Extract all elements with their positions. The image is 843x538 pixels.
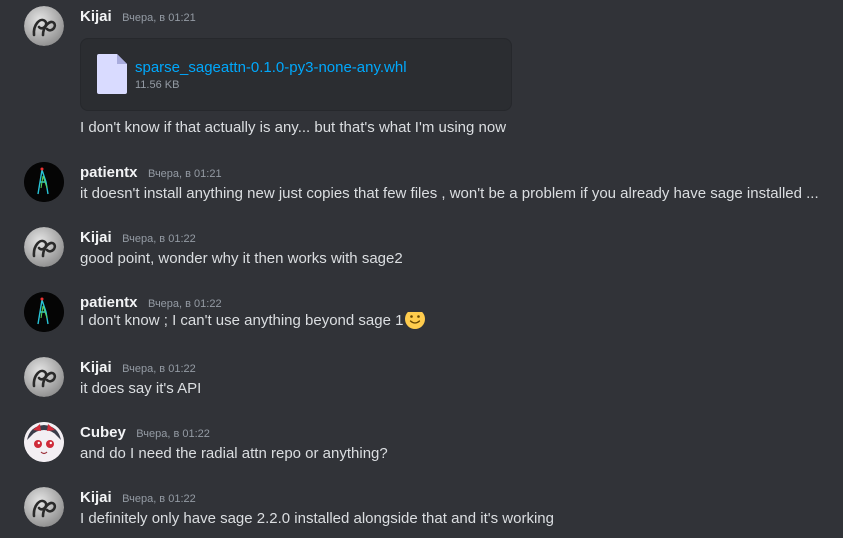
message-body: I don't know ; I can't use anything beyo… (80, 312, 832, 330)
kijai-avatar (24, 6, 64, 46)
cubey-avatar (24, 422, 64, 462)
avatar[interactable] (24, 6, 64, 46)
message-group: patientx Вчера, в 01:21 it doesn't insta… (0, 158, 843, 208)
avatar[interactable] (24, 292, 64, 332)
avatar[interactable] (24, 227, 64, 267)
avatar[interactable] (24, 487, 64, 527)
username[interactable]: Kijai (80, 489, 112, 506)
message-text: it doesn't install anything new just cop… (80, 185, 819, 202)
message-group: Kijai Вчера, в 01:21 sparse_sageattn-0.1… (0, 0, 843, 140)
timestamp[interactable]: Вчера, в 01:22 (122, 233, 196, 245)
username[interactable]: Cubey (80, 424, 126, 441)
timestamp[interactable]: Вчера, в 01:21 (122, 12, 196, 24)
message-group: Kijai Вчера, в 01:22 it does say it's AP… (0, 353, 843, 403)
kijai-avatar (24, 227, 64, 267)
message-text: and do I need the radial attn repo or an… (80, 445, 388, 462)
timestamp[interactable]: Вчера, в 01:22 (122, 363, 196, 375)
message-group: Cubey Вчера, в 01:22 and do I need the r… (0, 418, 843, 468)
timestamp[interactable]: Вчера, в 01:21 (148, 168, 222, 180)
kijai-avatar (24, 357, 64, 397)
kijai-avatar (24, 487, 64, 527)
timestamp[interactable]: Вчера, в 01:22 (136, 428, 210, 440)
message-text: I don't know if that actually is any... … (80, 119, 507, 136)
slightly-smiling-face-emoji[interactable] (404, 312, 426, 330)
timestamp[interactable]: Вчера, в 01:22 (122, 493, 196, 505)
patientx-avatar (24, 292, 64, 332)
avatar[interactable] (24, 422, 64, 462)
patientx-avatar (24, 162, 64, 202)
message-text: I definitely only have sage 2.2.0 instal… (80, 510, 554, 527)
username[interactable]: Kijai (80, 8, 112, 25)
file-attachment[interactable]: sparse_sageattn-0.1.0-py3-none-any.whl 1… (80, 38, 512, 111)
file-name-link[interactable]: sparse_sageattn-0.1.0-py3-none-any.whl (135, 59, 407, 76)
message-text: it does say it's API (80, 380, 202, 397)
username[interactable]: patientx (80, 164, 138, 181)
username[interactable]: patientx (80, 294, 138, 311)
avatar[interactable] (24, 357, 64, 397)
message-group: Kijai Вчера, в 01:22 good point, wonder … (0, 223, 843, 273)
message-group: patientx Вчера, в 01:22 I don't know ; I… (0, 288, 843, 338)
username[interactable]: Kijai (80, 229, 112, 246)
message-text: good point, wonder why it then works wit… (80, 250, 403, 267)
file-size: 11.56 KB (135, 79, 180, 91)
timestamp[interactable]: Вчера, в 01:22 (148, 298, 222, 310)
message-group: Kijai Вчера, в 01:22 I definitely only h… (0, 483, 843, 538)
username[interactable]: Kijai (80, 359, 112, 376)
avatar[interactable] (24, 162, 64, 202)
message-text: I don't know ; I can't use anything beyo… (80, 312, 404, 329)
file-icon (97, 54, 127, 94)
